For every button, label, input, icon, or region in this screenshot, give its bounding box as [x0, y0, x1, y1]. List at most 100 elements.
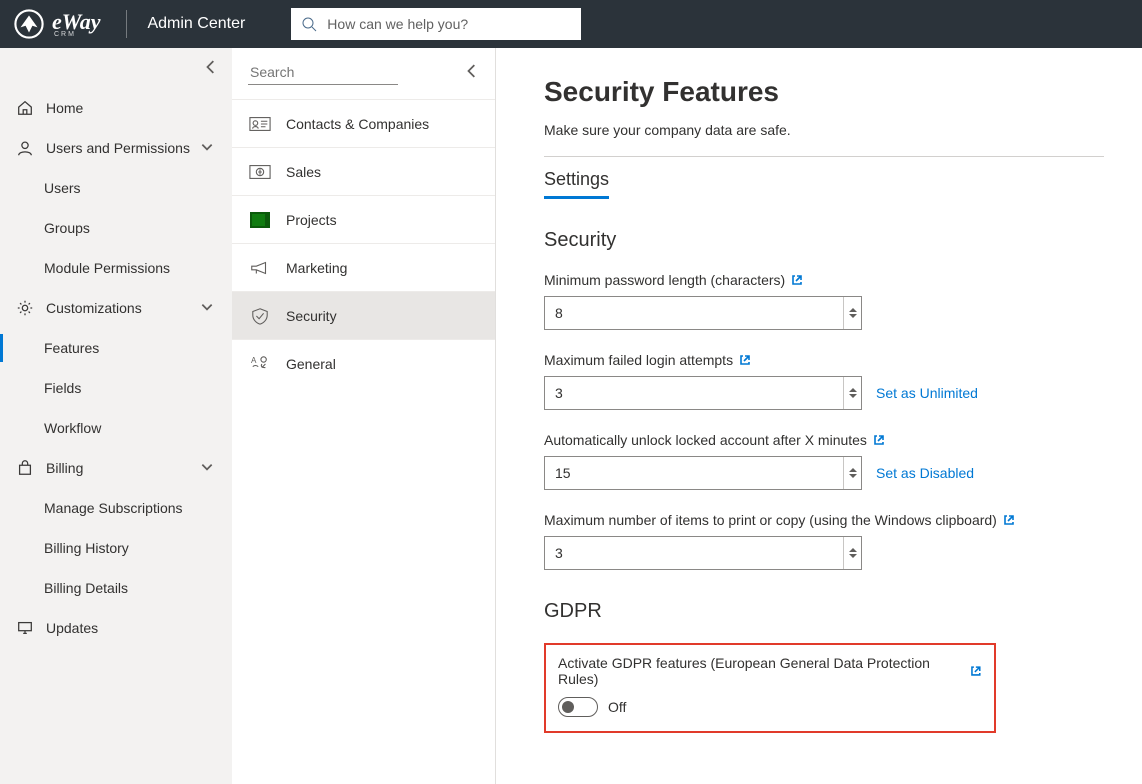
sidebar-item-label: Updates [46, 620, 98, 636]
secondary-item-label: Marketing [286, 260, 347, 276]
external-link-icon[interactable] [791, 274, 803, 286]
tab-settings[interactable]: Settings [544, 165, 609, 199]
spinner[interactable] [843, 537, 861, 569]
clipboard-max-input[interactable]: 3 [544, 536, 862, 570]
sidebar-item-billing-history[interactable]: Billing History [0, 528, 232, 568]
logo[interactable]: eWay CRM [12, 7, 100, 41]
sidebar-item-label: Users and Permissions [46, 140, 190, 156]
secondary-item-contacts[interactable]: Contacts & Companies [232, 100, 495, 148]
sidebar-item-home[interactable]: Home [0, 88, 232, 128]
external-link-icon[interactable] [873, 434, 885, 446]
expand-toggle[interactable] [200, 300, 214, 317]
sidebar-item-label: Features [44, 340, 99, 356]
sidebar-item-workflow[interactable]: Workflow [0, 408, 232, 448]
unlock-minutes-input[interactable]: 15 [544, 456, 862, 490]
set-disabled-link[interactable]: Set as Disabled [876, 465, 974, 481]
field-label: Minimum password length (characters) [544, 272, 785, 288]
secondary-item-sales[interactable]: Sales [232, 148, 495, 196]
page-subtitle: Make sure your company data are safe. [544, 122, 1142, 138]
sidebar-item-label: Fields [44, 380, 81, 396]
app-header: eWay CRM Admin Center How can we help yo… [0, 0, 1142, 48]
sidebar-item-label: Manage Subscriptions [44, 500, 183, 516]
sidebar-item-updates[interactable]: Updates [0, 608, 232, 648]
gdpr-toggle[interactable] [558, 697, 598, 717]
sidebar-item-users-permissions[interactable]: Users and Permissions [0, 128, 232, 168]
secondary-item-general[interactable]: A General [232, 340, 495, 388]
field-failed-attempts: Maximum failed login attempts 3 Set as U… [544, 352, 1142, 410]
secondary-item-label: Security [286, 308, 337, 324]
sidebar-item-customizations[interactable]: Customizations [0, 288, 232, 328]
sidebar-item-users[interactable]: Users [0, 168, 232, 208]
failed-attempts-input[interactable]: 3 [544, 376, 862, 410]
input-value: 3 [555, 385, 563, 401]
toggle-knob [562, 701, 574, 713]
page-title: Security Features [544, 76, 1142, 108]
home-icon [16, 99, 34, 117]
projects-icon [248, 210, 272, 230]
sidebar-item-manage-subscriptions[interactable]: Manage Subscriptions [0, 488, 232, 528]
gdpr-highlight-box: Activate GDPR features (European General… [544, 643, 996, 733]
chevron-up-icon [200, 140, 214, 154]
secondary-item-security[interactable]: Security [232, 292, 495, 340]
sidebar-item-label: Workflow [44, 420, 101, 436]
field-clipboard-max: Maximum number of items to print or copy… [544, 512, 1142, 570]
sidebar-item-groups[interactable]: Groups [0, 208, 232, 248]
field-password-length: Minimum password length (characters) 8 [544, 272, 1142, 330]
monitor-icon [16, 619, 34, 637]
secondary-item-marketing[interactable]: Marketing [232, 244, 495, 292]
external-link-icon[interactable] [739, 354, 751, 366]
chevron-up-icon [200, 300, 214, 314]
security-icon [248, 306, 272, 326]
user-icon [16, 139, 34, 157]
sidebar: Home Users and Permissions Users Groups … [0, 48, 232, 784]
global-search[interactable]: How can we help you? [291, 8, 581, 40]
spinner[interactable] [843, 297, 861, 329]
spinner[interactable] [843, 457, 861, 489]
sidebar-item-billing-details[interactable]: Billing Details [0, 568, 232, 608]
search-placeholder: How can we help you? [327, 16, 468, 32]
chevron-left-icon [465, 64, 479, 78]
divider [126, 10, 127, 38]
chevron-down-icon [849, 473, 857, 479]
set-unlimited-link[interactable]: Set as Unlimited [876, 385, 978, 401]
secondary-search-input[interactable] [248, 60, 398, 85]
gdpr-label: Activate GDPR features (European General… [558, 655, 964, 687]
sidebar-item-label: Billing [46, 460, 83, 476]
sidebar-item-label: Module Permissions [44, 260, 170, 276]
sidebar-item-module-permissions[interactable]: Module Permissions [0, 248, 232, 288]
secondary-item-label: Sales [286, 164, 321, 180]
chevron-up-icon [200, 460, 214, 474]
section-heading-security: Security [544, 229, 1142, 252]
chevron-down-icon [849, 553, 857, 559]
sidebar-item-label: Billing Details [44, 580, 128, 596]
svg-text:A: A [251, 356, 257, 365]
input-value: 3 [555, 545, 563, 561]
chevron-down-icon [849, 393, 857, 399]
expand-toggle[interactable] [200, 140, 214, 157]
external-link-icon[interactable] [1003, 514, 1015, 526]
sidebar-item-fields[interactable]: Fields [0, 368, 232, 408]
input-value: 15 [555, 465, 571, 481]
contacts-icon [248, 114, 272, 134]
secondary-item-label: General [286, 356, 336, 372]
sidebar-item-label: Billing History [44, 540, 129, 556]
sidebar-item-features[interactable]: Features [0, 328, 232, 368]
expand-toggle[interactable] [200, 460, 214, 477]
divider [544, 156, 1104, 157]
sales-icon [248, 162, 272, 182]
section-heading-gdpr: GDPR [544, 600, 1142, 623]
input-value: 8 [555, 305, 563, 321]
secondary-item-projects[interactable]: Projects [232, 196, 495, 244]
sidebar-collapse-button[interactable] [204, 60, 218, 77]
secondary-collapse-button[interactable] [465, 64, 479, 81]
tab-bar: Settings [544, 165, 1142, 199]
search-icon [301, 16, 317, 32]
marketing-icon [248, 258, 272, 278]
field-unlock-minutes: Automatically unlock locked account afte… [544, 432, 1142, 490]
external-link-icon[interactable] [970, 665, 982, 677]
secondary-item-label: Projects [286, 212, 337, 228]
field-label: Maximum failed login attempts [544, 352, 733, 368]
password-length-input[interactable]: 8 [544, 296, 862, 330]
sidebar-item-billing[interactable]: Billing [0, 448, 232, 488]
spinner[interactable] [843, 377, 861, 409]
